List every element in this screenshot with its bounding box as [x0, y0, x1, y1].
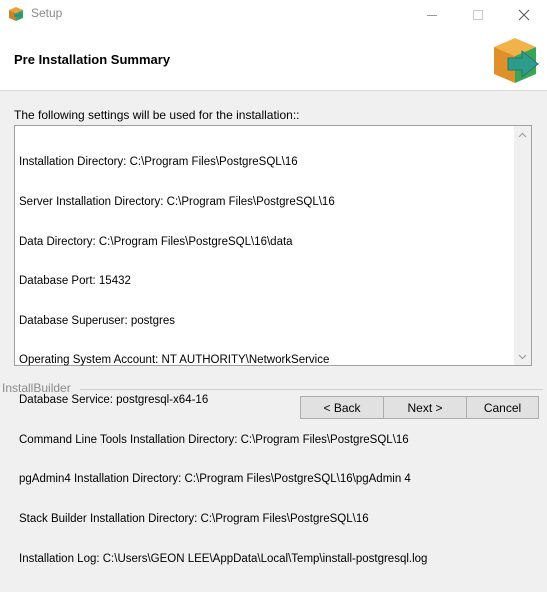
- summary-line: Command Line Tools Installation Director…: [19, 433, 409, 446]
- brand-label: InstallBuilder: [2, 381, 71, 395]
- back-button[interactable]: < Back: [300, 396, 384, 419]
- window-title: Setup: [31, 6, 63, 20]
- maximize-button[interactable]: [455, 0, 501, 30]
- summary-line: Installation Log: C:\Users\GEON LEE\AppD…: [19, 552, 428, 565]
- divider: [80, 389, 543, 390]
- page-title: Pre Installation Summary: [14, 52, 171, 67]
- chevron-up-icon: [518, 132, 527, 137]
- wizard-header: Pre Installation Summary: [0, 30, 547, 91]
- summary-line: Data Directory: C:\Program Files\Postgre…: [19, 235, 293, 248]
- summary-line: Operating System Account: NT AUTHORITY\N…: [19, 354, 330, 367]
- summary-textbox[interactable]: Installation Directory: C:\Program Files…: [14, 125, 532, 565]
- summary-line: Database Port: 15432: [19, 275, 131, 288]
- minimize-icon: [427, 15, 437, 16]
- summary-line: Server Installation Directory: C:\Progra…: [19, 196, 335, 209]
- next-button[interactable]: Next >: [383, 396, 467, 419]
- scroll-up-button[interactable]: [514, 126, 531, 143]
- cancel-button[interactable]: Cancel: [466, 396, 539, 419]
- chevron-down-icon: [518, 354, 527, 359]
- summary-line: Installation Directory: C:\Program Files…: [19, 156, 298, 169]
- maximize-icon: [473, 10, 483, 20]
- close-button[interactable]: [501, 0, 547, 30]
- summary-line: Stack Builder Installation Directory: C:…: [19, 512, 369, 525]
- installer-box-arrow-icon: [494, 38, 539, 83]
- summary-line: Database Superuser: postgres: [19, 314, 175, 327]
- title-bar: Setup: [0, 0, 547, 30]
- setup-box-icon: [9, 7, 23, 21]
- summary-label: The following settings will be used for …: [14, 108, 300, 122]
- summary-text: Installation Directory: C:\Program Files…: [19, 130, 511, 592]
- summary-line: pgAdmin4 Installation Directory: C:\Prog…: [19, 473, 411, 486]
- vertical-scrollbar[interactable]: [514, 126, 531, 365]
- close-icon: [518, 9, 530, 21]
- scroll-down-button[interactable]: [514, 348, 531, 365]
- minimize-button[interactable]: [409, 0, 455, 30]
